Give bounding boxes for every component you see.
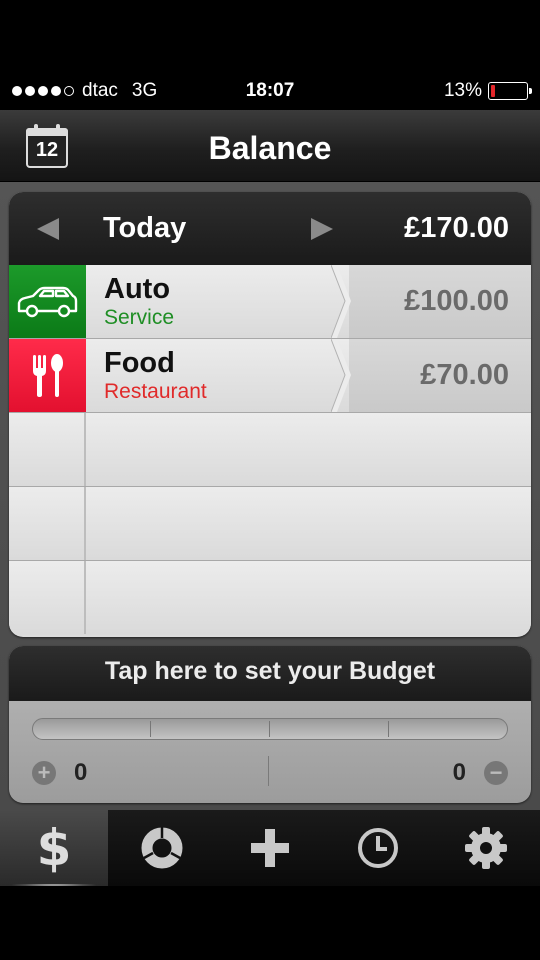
balance-card: Today £170.00 Auto Service £100.00 Food … <box>9 192 531 637</box>
car-icon <box>17 286 78 318</box>
budget-progress-bar <box>32 718 508 740</box>
entry-amount-cell: £70.00 <box>349 339 531 412</box>
entry-subcategory: Restaurant <box>104 380 207 403</box>
entry-amount: £70.00 <box>420 359 509 391</box>
tab-settings[interactable] <box>432 810 540 886</box>
chevron-right-icon <box>331 265 351 338</box>
budget-divider <box>268 756 269 786</box>
tab-bar: $ <box>0 810 540 886</box>
gear-icon <box>465 827 507 869</box>
budget-left-control: + 0 <box>32 759 87 787</box>
empty-row <box>9 561 531 635</box>
tab-report[interactable] <box>108 810 216 886</box>
entry-row-food[interactable]: Food Restaurant £70.00 <box>9 339 531 413</box>
status-right: 13% <box>443 80 532 102</box>
pie-chart-icon <box>141 827 183 869</box>
chevron-right-icon <box>331 339 351 412</box>
set-budget-button[interactable]: Tap here to set your Budget <box>9 646 531 701</box>
entry-amount: £100.00 <box>404 285 509 317</box>
minus-circle-icon[interactable]: − <box>484 761 508 785</box>
period-header: Today £170.00 <box>9 192 531 265</box>
battery-icon <box>488 82 532 100</box>
plus-circle-icon[interactable]: + <box>32 761 56 785</box>
budget-right-value: 0 <box>452 759 466 786</box>
entry-category: Auto <box>104 273 171 305</box>
empty-row <box>9 487 531 561</box>
budget-left-value: 0 <box>74 759 88 786</box>
status-bar: dtac 3G 18:07 13% <box>0 72 540 110</box>
entry-category: Food <box>104 347 175 379</box>
battery-percent: 13% <box>443 80 482 101</box>
entry-subcategory: Service <box>104 306 175 329</box>
budget-prompt: Tap here to set your Budget <box>104 657 436 685</box>
auto-category-tile <box>9 265 86 338</box>
tab-balance[interactable]: $ <box>0 810 108 886</box>
period-total: £170.00 <box>404 212 509 244</box>
navigation-bar: 12 Balance <box>0 110 540 182</box>
entries-list: Auto Service £100.00 Food Restaurant £70… <box>9 265 531 635</box>
page-title: Balance <box>208 130 332 166</box>
fork-spoon-icon <box>33 354 63 397</box>
entry-row-auto[interactable]: Auto Service £100.00 <box>9 265 531 339</box>
food-category-tile <box>9 339 86 412</box>
dollar-icon: $ <box>36 819 72 877</box>
next-period-button[interactable] <box>311 218 333 240</box>
budget-right-control: 0 − <box>453 759 508 787</box>
previous-period-button[interactable] <box>37 218 59 240</box>
plus-icon <box>251 829 289 867</box>
empty-row <box>9 413 531 487</box>
entry-amount-cell: £100.00 <box>349 265 531 338</box>
clock-icon <box>358 828 398 868</box>
tab-add[interactable] <box>216 810 324 886</box>
period-label: Today <box>103 212 187 244</box>
budget-panel: Tap here to set your Budget + 0 0 − <box>9 646 531 803</box>
tab-history[interactable] <box>324 810 432 886</box>
